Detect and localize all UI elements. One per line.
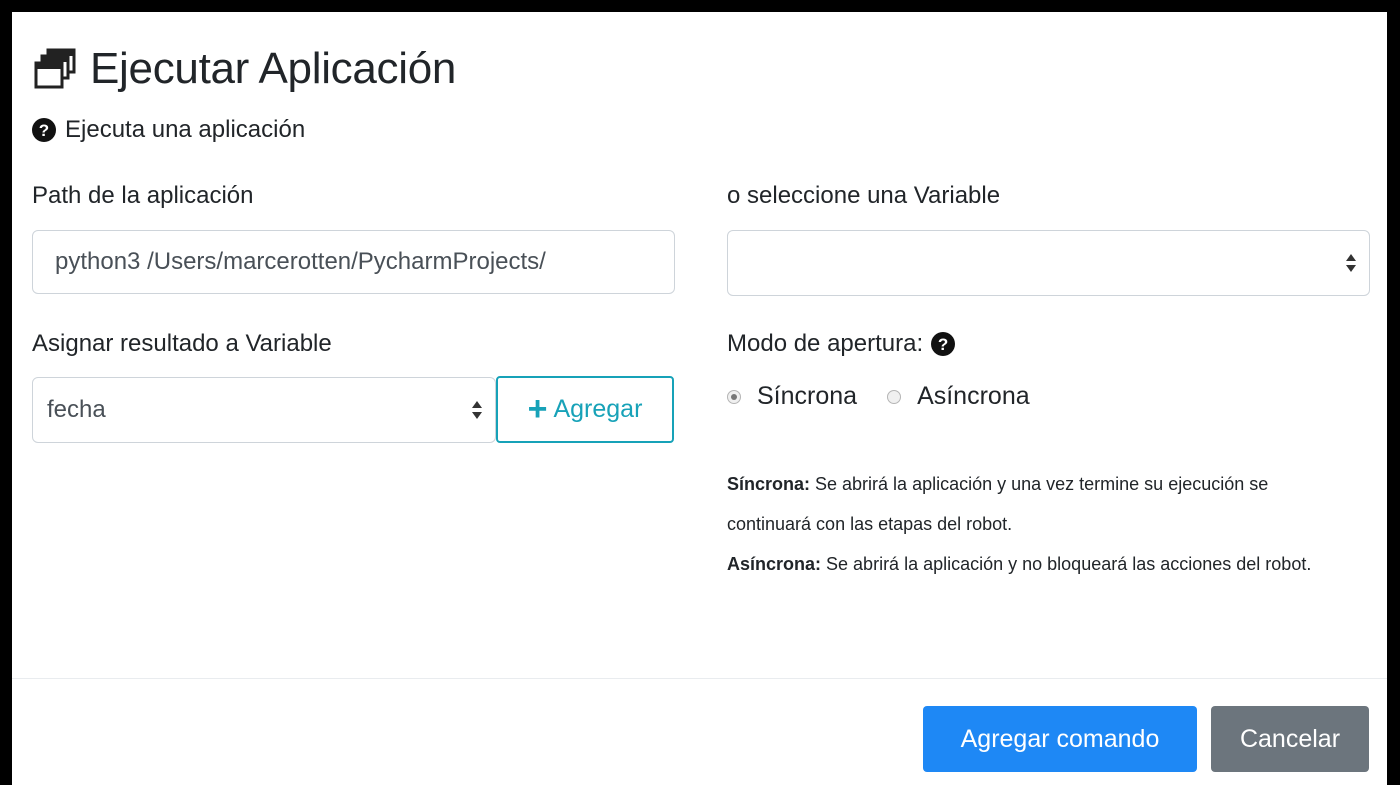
- modal-header: Ejecutar Aplicación: [32, 44, 456, 94]
- mode-label-row: Modo de apertura: ?: [727, 330, 956, 358]
- path-input[interactable]: python3 /Users/marcerotten/PycharmProjec…: [32, 230, 675, 294]
- mode-description: Síncrona: Se abrirá la aplicación y una …: [727, 464, 1327, 584]
- radio-async-label[interactable]: Asíncrona: [917, 382, 1030, 411]
- add-button-label: Agregar: [553, 395, 643, 423]
- question-circle-icon[interactable]: ?: [931, 332, 956, 356]
- radio-sync-label[interactable]: Síncrona: [757, 382, 857, 411]
- result-variable-select[interactable]: fecha: [32, 377, 496, 443]
- select-arrows-icon: [471, 399, 483, 421]
- variable-select[interactable]: [727, 230, 1370, 296]
- result-label: Asignar resultado a Variable: [32, 330, 332, 357]
- footer-divider: [12, 678, 1387, 679]
- add-variable-button[interactable]: + Agregar: [496, 376, 674, 443]
- async-desc-text: Se abrirá la aplicación y no bloqueará l…: [821, 554, 1312, 574]
- window-restore-icon: [32, 45, 80, 93]
- radio-sync[interactable]: [727, 389, 741, 404]
- path-input-value: python3 /Users/marcerotten/PycharmProjec…: [55, 248, 546, 275]
- select-arrows-icon: [1345, 252, 1357, 274]
- plus-icon: +: [527, 389, 548, 428]
- async-desc-title: Asíncrona:: [727, 554, 822, 574]
- question-circle-icon[interactable]: ?: [32, 118, 56, 142]
- mode-label: Modo de apertura:: [727, 330, 924, 357]
- path-label: Path de la aplicación: [32, 182, 254, 209]
- add-command-button[interactable]: Agregar comando: [923, 706, 1197, 772]
- execute-app-modal: Ejecutar Aplicación ? Ejecuta una aplica…: [12, 12, 1387, 785]
- variable-label: o seleccione una Variable: [727, 182, 1001, 209]
- cancel-button[interactable]: Cancelar: [1211, 706, 1369, 772]
- result-select-value: fecha: [47, 396, 106, 423]
- help-line: ? Ejecuta una aplicación: [32, 116, 305, 144]
- help-text: Ejecuta una aplicación: [65, 116, 306, 143]
- mode-radio-group: Síncrona Asíncrona: [727, 382, 1030, 411]
- modal-title: Ejecutar Aplicación: [90, 44, 457, 93]
- radio-async[interactable]: [887, 389, 902, 404]
- sync-desc-title: Síncrona:: [727, 474, 811, 494]
